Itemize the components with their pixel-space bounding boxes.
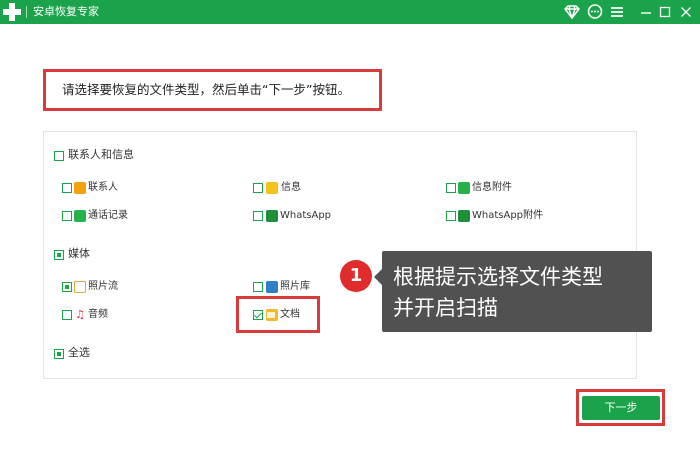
attachment-icon (458, 182, 470, 194)
photo-stream-checkbox[interactable] (62, 282, 72, 292)
instruction-text: 请选择要恢复的文件类型，然后单击“下一步”按钮。 (62, 82, 350, 97)
media-group-label: 媒体 (68, 247, 90, 260)
minimize-icon[interactable] (637, 3, 655, 21)
audio-checkbox[interactable] (62, 310, 72, 320)
whatsapp-attachments-label: WhatsApp附件 (472, 210, 544, 221)
title-separator (26, 6, 27, 18)
document-folder-icon (266, 309, 278, 321)
maximize-icon[interactable] (656, 3, 674, 21)
contact-icon (74, 182, 86, 194)
whatsapp-icon (266, 210, 278, 222)
tooltip-line-2: 并开启扫描 (393, 296, 498, 320)
contacts-group-label: 联系人和信息 (68, 148, 134, 161)
messages-label: 信息 (281, 182, 301, 193)
message-attachments-label: 信息附件 (472, 182, 512, 193)
call-log-label: 通话记录 (88, 210, 128, 221)
select-all-label: 全选 (68, 346, 90, 359)
instruction-box: 请选择要恢复的文件类型，然后单击“下一步”按钮。 (43, 69, 382, 111)
menu-icon[interactable] (608, 3, 626, 21)
whatsapp-attachments-checkbox[interactable] (446, 211, 456, 221)
photo-library-label: 照片库 (280, 281, 310, 292)
title-bar: 安卓恢复专家 (0, 0, 700, 24)
call-log-checkbox[interactable] (62, 211, 72, 221)
feedback-icon[interactable] (586, 3, 604, 21)
step-number-badge: 1 (340, 260, 372, 292)
audio-label: 音频 (88, 309, 108, 320)
message-attachments-checkbox[interactable] (446, 183, 456, 193)
contacts-label: 联系人 (88, 182, 118, 193)
guide-tooltip: 根据提示选择文件类型 并开启扫描 (374, 251, 652, 332)
photo-stream-icon (74, 281, 86, 293)
contacts-group-checkbox[interactable] (54, 151, 64, 161)
vip-icon[interactable] (563, 3, 581, 21)
tooltip-line-1: 根据提示选择文件类型 (393, 265, 603, 289)
photo-library-icon (266, 281, 278, 293)
whatsapp-checkbox[interactable] (253, 211, 263, 221)
call-log-icon (74, 210, 86, 222)
app-logo-icon (3, 3, 21, 21)
whatsapp-attachment-icon (458, 210, 470, 222)
photo-stream-label: 照片流 (88, 281, 118, 292)
media-group-checkbox[interactable] (54, 250, 64, 260)
documents-label: 文档 (280, 309, 300, 320)
close-icon[interactable] (677, 3, 695, 21)
app-title: 安卓恢复专家 (33, 5, 99, 18)
photo-library-checkbox[interactable] (253, 282, 263, 292)
message-icon (266, 182, 278, 194)
documents-checkbox[interactable] (253, 310, 263, 320)
messages-checkbox[interactable] (253, 183, 263, 193)
documents-highlight-box (236, 296, 320, 333)
next-button[interactable]: 下一步 (582, 396, 660, 420)
audio-icon: ♫ (74, 308, 86, 321)
whatsapp-label: WhatsApp (280, 210, 332, 221)
contacts-checkbox[interactable] (62, 183, 72, 193)
select-all-checkbox[interactable] (54, 349, 64, 359)
